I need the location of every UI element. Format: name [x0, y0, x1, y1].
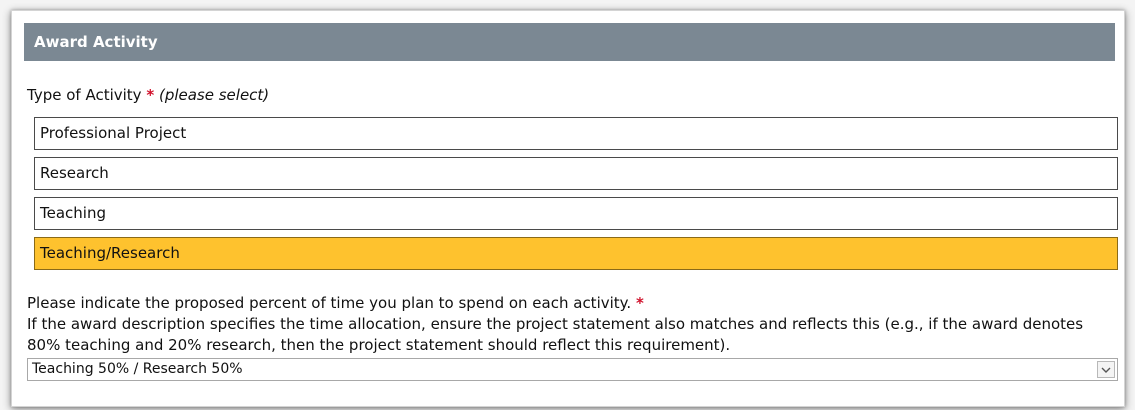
activity-option-teaching-research[interactable]: Teaching/Research: [34, 237, 1118, 270]
required-marker: *: [146, 86, 155, 104]
activity-type-hint: (please select): [158, 86, 270, 104]
time-allocation-note: If the award description specifies the t…: [27, 315, 1084, 354]
time-allocation-instructions: Please indicate the proposed percent of …: [27, 293, 1117, 356]
activity-type-label-text: Type of Activity: [27, 86, 142, 104]
section-header: Award Activity: [24, 23, 1115, 61]
time-allocation-select[interactable]: Teaching 50% / Research 50%: [27, 358, 1118, 381]
time-allocation-selected-value: Teaching 50% / Research 50%: [32, 361, 243, 377]
time-allocation-prompt: Please indicate the proposed percent of …: [27, 294, 632, 312]
award-activity-panel: Award Activity Type of Activity * (pleas…: [11, 10, 1125, 407]
chevron-down-icon[interactable]: [1097, 361, 1115, 378]
page: Award Activity Type of Activity * (pleas…: [0, 0, 1135, 410]
activity-type-label: Type of Activity * (please select): [27, 86, 269, 104]
activity-option-teaching[interactable]: Teaching: [34, 197, 1118, 230]
activity-option-professional-project[interactable]: Professional Project: [34, 117, 1118, 150]
activity-option-research[interactable]: Research: [34, 157, 1118, 190]
required-marker: *: [635, 294, 644, 312]
